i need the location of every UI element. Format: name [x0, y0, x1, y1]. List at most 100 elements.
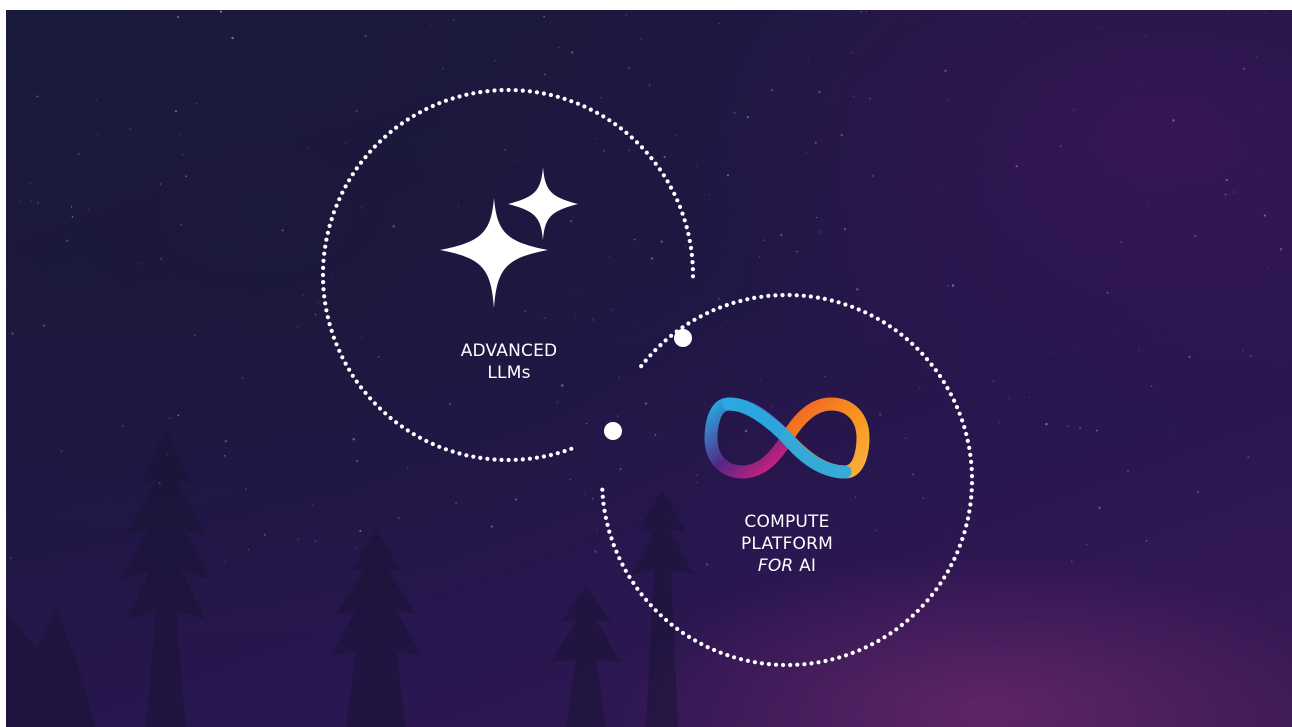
- star: [160, 257, 163, 261]
- star: [1079, 427, 1082, 430]
- ring-dot: [471, 454, 476, 459]
- ring-dot: [843, 653, 849, 658]
- ring-dot: [822, 296, 827, 301]
- ring-dot: [603, 515, 609, 520]
- star: [292, 205, 294, 207]
- ring-dot: [850, 304, 855, 309]
- star: [852, 95, 855, 98]
- star: [759, 379, 762, 381]
- star: [708, 194, 711, 196]
- ring-dot: [725, 653, 730, 658]
- ring-dot: [698, 314, 703, 319]
- star: [71, 215, 74, 218]
- ring-dot: [555, 94, 560, 99]
- star: [11, 332, 14, 335]
- ring-dot: [863, 310, 868, 315]
- star: [96, 99, 98, 101]
- ring-dot: [962, 530, 967, 535]
- star: [224, 440, 227, 443]
- ring-dot: [869, 313, 874, 318]
- ring-dot: [801, 293, 806, 298]
- ring-dot: [788, 662, 793, 668]
- star: [600, 96, 602, 99]
- ring-dot: [394, 125, 399, 130]
- ring-dot: [688, 245, 694, 251]
- ring-dot: [690, 274, 696, 279]
- ring-dot: [711, 308, 716, 313]
- ring-dot: [492, 88, 497, 93]
- star: [1098, 506, 1101, 509]
- star: [824, 376, 826, 378]
- ring-dot: [548, 452, 554, 458]
- star: [676, 134, 678, 136]
- ring-dot: [327, 322, 332, 327]
- star: [660, 240, 663, 243]
- star: [636, 323, 638, 325]
- ring-dot: [881, 320, 887, 325]
- star: [185, 175, 188, 178]
- starfield: [6, 10, 1283, 570]
- ring-dot: [690, 260, 695, 265]
- star: [385, 124, 387, 126]
- star: [263, 533, 266, 536]
- ring-dot: [457, 451, 462, 456]
- star: [569, 478, 572, 481]
- ring-dot: [787, 292, 792, 298]
- ring-dot: [329, 217, 334, 222]
- star: [856, 288, 859, 291]
- star: [427, 295, 429, 297]
- ring-dot: [320, 272, 326, 278]
- ring-dot: [899, 622, 905, 628]
- star: [560, 384, 564, 387]
- star: [541, 312, 543, 315]
- ring-dot: [602, 508, 607, 513]
- star: [176, 16, 180, 19]
- star: [104, 502, 106, 504]
- ring-dot: [639, 364, 644, 369]
- star: [157, 115, 160, 118]
- ring-dot: [499, 88, 504, 93]
- ring-dot: [675, 198, 680, 203]
- star: [814, 141, 817, 144]
- star: [1227, 432, 1229, 434]
- star: [695, 481, 697, 484]
- ring-dot: [690, 267, 696, 272]
- star: [944, 69, 947, 72]
- ring-dot: [534, 455, 540, 460]
- ring-dot: [631, 580, 636, 586]
- scene-graphic: [6, 10, 1283, 727]
- star: [87, 208, 90, 210]
- ring-dot: [876, 638, 881, 644]
- ring-dot: [968, 452, 973, 457]
- star: [860, 10, 863, 13]
- star: [1258, 108, 1260, 111]
- ring-dot: [781, 662, 786, 668]
- ring-dot: [405, 117, 410, 122]
- star: [1015, 165, 1018, 168]
- star: [949, 531, 951, 533]
- ring-dot: [623, 568, 628, 573]
- star: [1106, 291, 1109, 294]
- star: [231, 36, 234, 40]
- ring-dot: [350, 373, 355, 378]
- ring-dot: [569, 99, 574, 104]
- star: [733, 111, 736, 114]
- ring-dot: [321, 280, 326, 285]
- star: [205, 344, 207, 346]
- ring-dot: [644, 597, 649, 603]
- hero-frame: ADVANCED LLMs COMPUTE PLATFORM FOR AI: [6, 10, 1292, 727]
- star: [516, 160, 519, 163]
- ring-dot: [965, 438, 970, 443]
- ring-dot: [411, 113, 416, 118]
- ring-dot: [601, 501, 606, 506]
- ring-dot: [322, 294, 327, 299]
- star: [927, 367, 929, 369]
- star: [1059, 145, 1062, 148]
- ring-dot: [485, 456, 490, 461]
- ring-dot: [607, 118, 612, 123]
- star: [619, 468, 622, 471]
- ring-dot: [648, 603, 653, 608]
- star: [179, 223, 183, 226]
- ring-dot: [830, 657, 835, 662]
- ring-dot: [548, 92, 554, 98]
